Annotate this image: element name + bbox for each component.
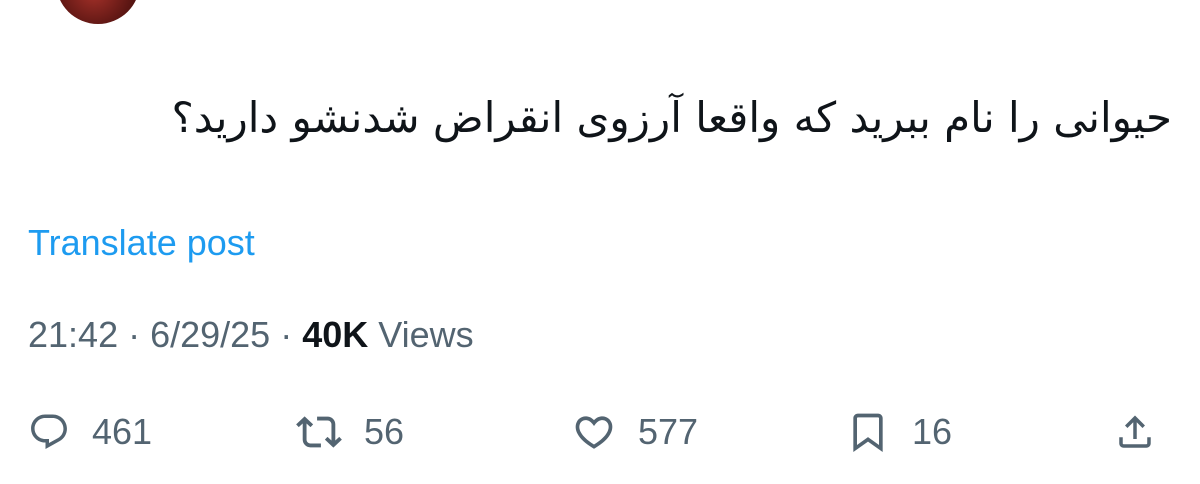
translate-post-link[interactable]: Translate post <box>28 222 255 264</box>
reply-count: 461 <box>92 411 153 452</box>
post-text: حیوانی را نام ببرید که واقعا آرزوی انقرا… <box>171 93 1172 142</box>
bookmark-button[interactable]: 16 <box>846 400 952 464</box>
action-bar: 461 56 577 16 <box>0 400 1200 464</box>
meta-separator: · <box>118 314 151 355</box>
post-meta: 21:42 · 6/29/25 · 40K Views <box>28 314 474 356</box>
like-icon <box>572 410 616 454</box>
bookmark-count: 16 <box>912 411 953 452</box>
like-button[interactable]: 577 <box>572 400 698 464</box>
meta-separator: · <box>270 314 303 355</box>
reply-button[interactable]: 461 <box>28 400 152 464</box>
repost-count: 56 <box>364 411 405 452</box>
share-icon <box>1114 411 1156 453</box>
bookmark-icon <box>846 410 890 454</box>
post-time[interactable]: 21:42 <box>28 314 118 355</box>
post-date[interactable]: 6/29/25 <box>150 314 270 355</box>
repost-button[interactable]: 56 <box>296 400 404 464</box>
like-count: 577 <box>638 411 699 452</box>
share-button[interactable] <box>1114 400 1156 464</box>
views-label: Views <box>368 314 474 355</box>
repost-icon <box>296 409 342 455</box>
avatar[interactable] <box>56 0 140 24</box>
views-count[interactable]: 40K <box>302 314 368 355</box>
reply-icon <box>28 411 70 453</box>
